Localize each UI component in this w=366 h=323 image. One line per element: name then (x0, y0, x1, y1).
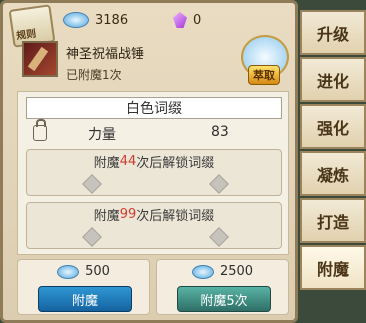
locked-slot (154, 174, 281, 194)
cost-value: 500 (85, 264, 110, 279)
stat-value: 83 (211, 124, 229, 140)
enchant5-cost-card: 2500 附魔5次 (156, 259, 289, 315)
hammer-icon (22, 41, 58, 77)
question-icon (81, 174, 102, 194)
crystal-counter: 0 (173, 12, 201, 28)
enchant-cost-card: 500 附魔 (17, 259, 150, 315)
tab-forge[interactable]: 打造 (300, 198, 366, 243)
tab-enchant[interactable]: 附魔 (300, 245, 366, 290)
tab-evolve[interactable]: 进化 (300, 57, 366, 102)
unlock-box-2: 附魔 99 次后解锁词缀 (26, 202, 282, 249)
gem-icon (191, 264, 214, 279)
gem-icon (63, 12, 89, 28)
question-icon (81, 227, 102, 247)
lock-icon (33, 119, 47, 141)
enchant5-button[interactable]: 附魔5次 (177, 286, 271, 312)
enchant-button[interactable]: 附魔 (38, 286, 132, 312)
locked-slot (27, 174, 154, 194)
extract-label: 萃取 (248, 65, 280, 85)
locked-slot (154, 227, 281, 247)
affix-panel: 白色词缀 力量 83 附魔 44 次后解锁词缀 附魔 99 次后解锁词缀 (17, 91, 289, 255)
item-name: 神圣祝福战锤 (66, 47, 145, 62)
tab-refine[interactable]: 凝炼 (300, 151, 366, 196)
affix-title: 白色词缀 (26, 97, 282, 119)
stat-label: 力量 (88, 127, 116, 143)
unlock-text-2: 附魔 99 次后解锁词缀 (93, 206, 215, 224)
question-icon (208, 227, 229, 247)
locked-slots (27, 227, 281, 247)
enchant-status: 已附魔1次 (66, 68, 122, 82)
enchant-actions: 500 附魔 2500 附魔5次 (17, 259, 289, 315)
sidebar-tabs: 升级 进化 强化 凝炼 打造 附魔 (300, 0, 366, 323)
unlock-box-1: 附魔 44 次后解锁词缀 (26, 149, 282, 196)
gem-icon (57, 264, 80, 279)
question-icon (208, 174, 229, 194)
enchant-window: 规则 3186 0 神圣祝福战锤 已附魔1次 萃取 白色词缀 力量 83 附魔 4… (0, 0, 298, 323)
top-bar: 规则 3186 0 (3, 3, 295, 48)
locked-slots (27, 174, 281, 194)
locked-slot (27, 227, 154, 247)
cost-value: 2500 (219, 264, 254, 279)
gem-counter: 3186 (63, 12, 128, 28)
tab-strengthen[interactable]: 强化 (300, 104, 366, 149)
stat-row: 力量 83 (28, 119, 280, 143)
crystal-icon (173, 12, 187, 28)
tab-upgrade[interactable]: 升级 (300, 10, 366, 55)
unlock-text-1: 附魔 44 次后解锁词缀 (93, 153, 215, 171)
